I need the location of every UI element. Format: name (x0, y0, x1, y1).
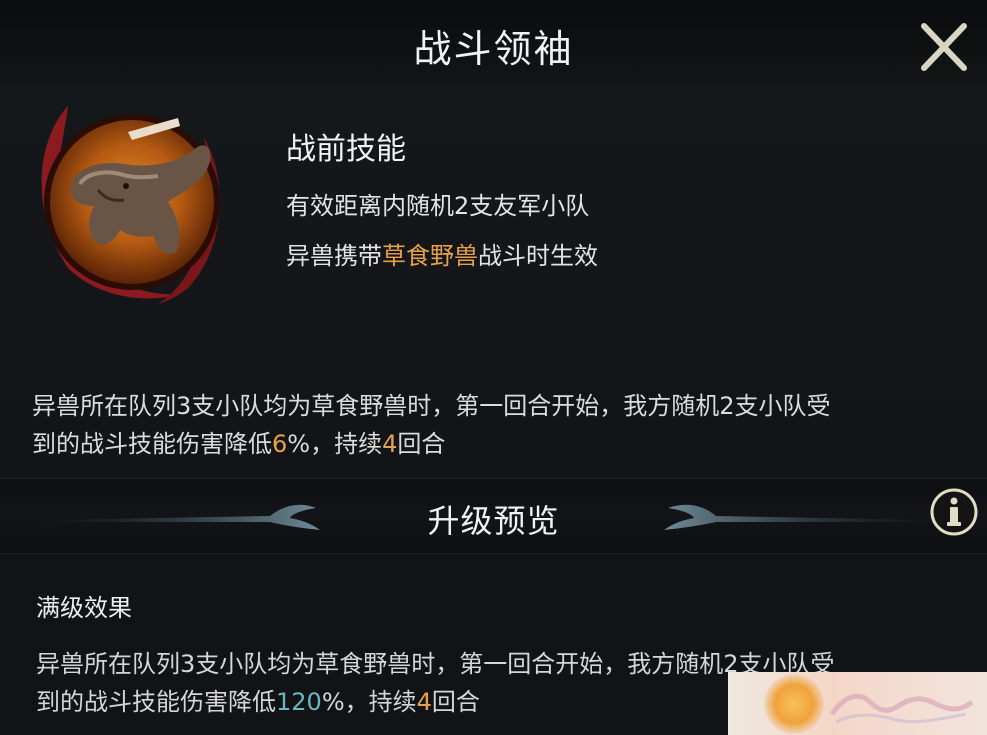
herbivore-highlight: 草食野兽 (382, 242, 478, 270)
full-effect-line1: 异兽所在队列3支小队均为草食野兽时，第一回合开始，我方随机2支小队受 (36, 650, 835, 678)
close-button[interactable] (914, 18, 974, 76)
skill-range-text: 有效距离内随机2支友军小队 (286, 192, 590, 220)
info-button[interactable] (928, 486, 980, 538)
full-turns: 4 (416, 688, 432, 716)
full-level-title: 满级效果 (36, 594, 132, 622)
current-value: 6 (272, 430, 288, 458)
skill-condition-text: 异兽携带草食野兽战斗时生效 (286, 242, 598, 270)
upgrade-preview-title: 升级预览 (427, 502, 560, 540)
elephant-icon (41, 106, 220, 304)
full-effect-line2: 到的战斗技能伤害降低120%，持续4回合 (36, 688, 480, 716)
info-icon (930, 488, 978, 536)
current-effect-line1: 异兽所在队列3支小队均为草食野兽时，第一回合开始，我方随机2支小队受 (32, 392, 831, 420)
page-title: 战斗领袖 (413, 27, 574, 71)
watermark-logo (728, 672, 987, 735)
skill-title: 战前技能 (286, 132, 406, 167)
close-icon (921, 23, 967, 71)
current-turns: 4 (382, 430, 398, 458)
current-effect-line2: 到的战斗技能伤害降低6%，持续4回合 (32, 430, 446, 458)
full-value: 120 (276, 688, 322, 716)
skill-portrait (28, 98, 232, 304)
